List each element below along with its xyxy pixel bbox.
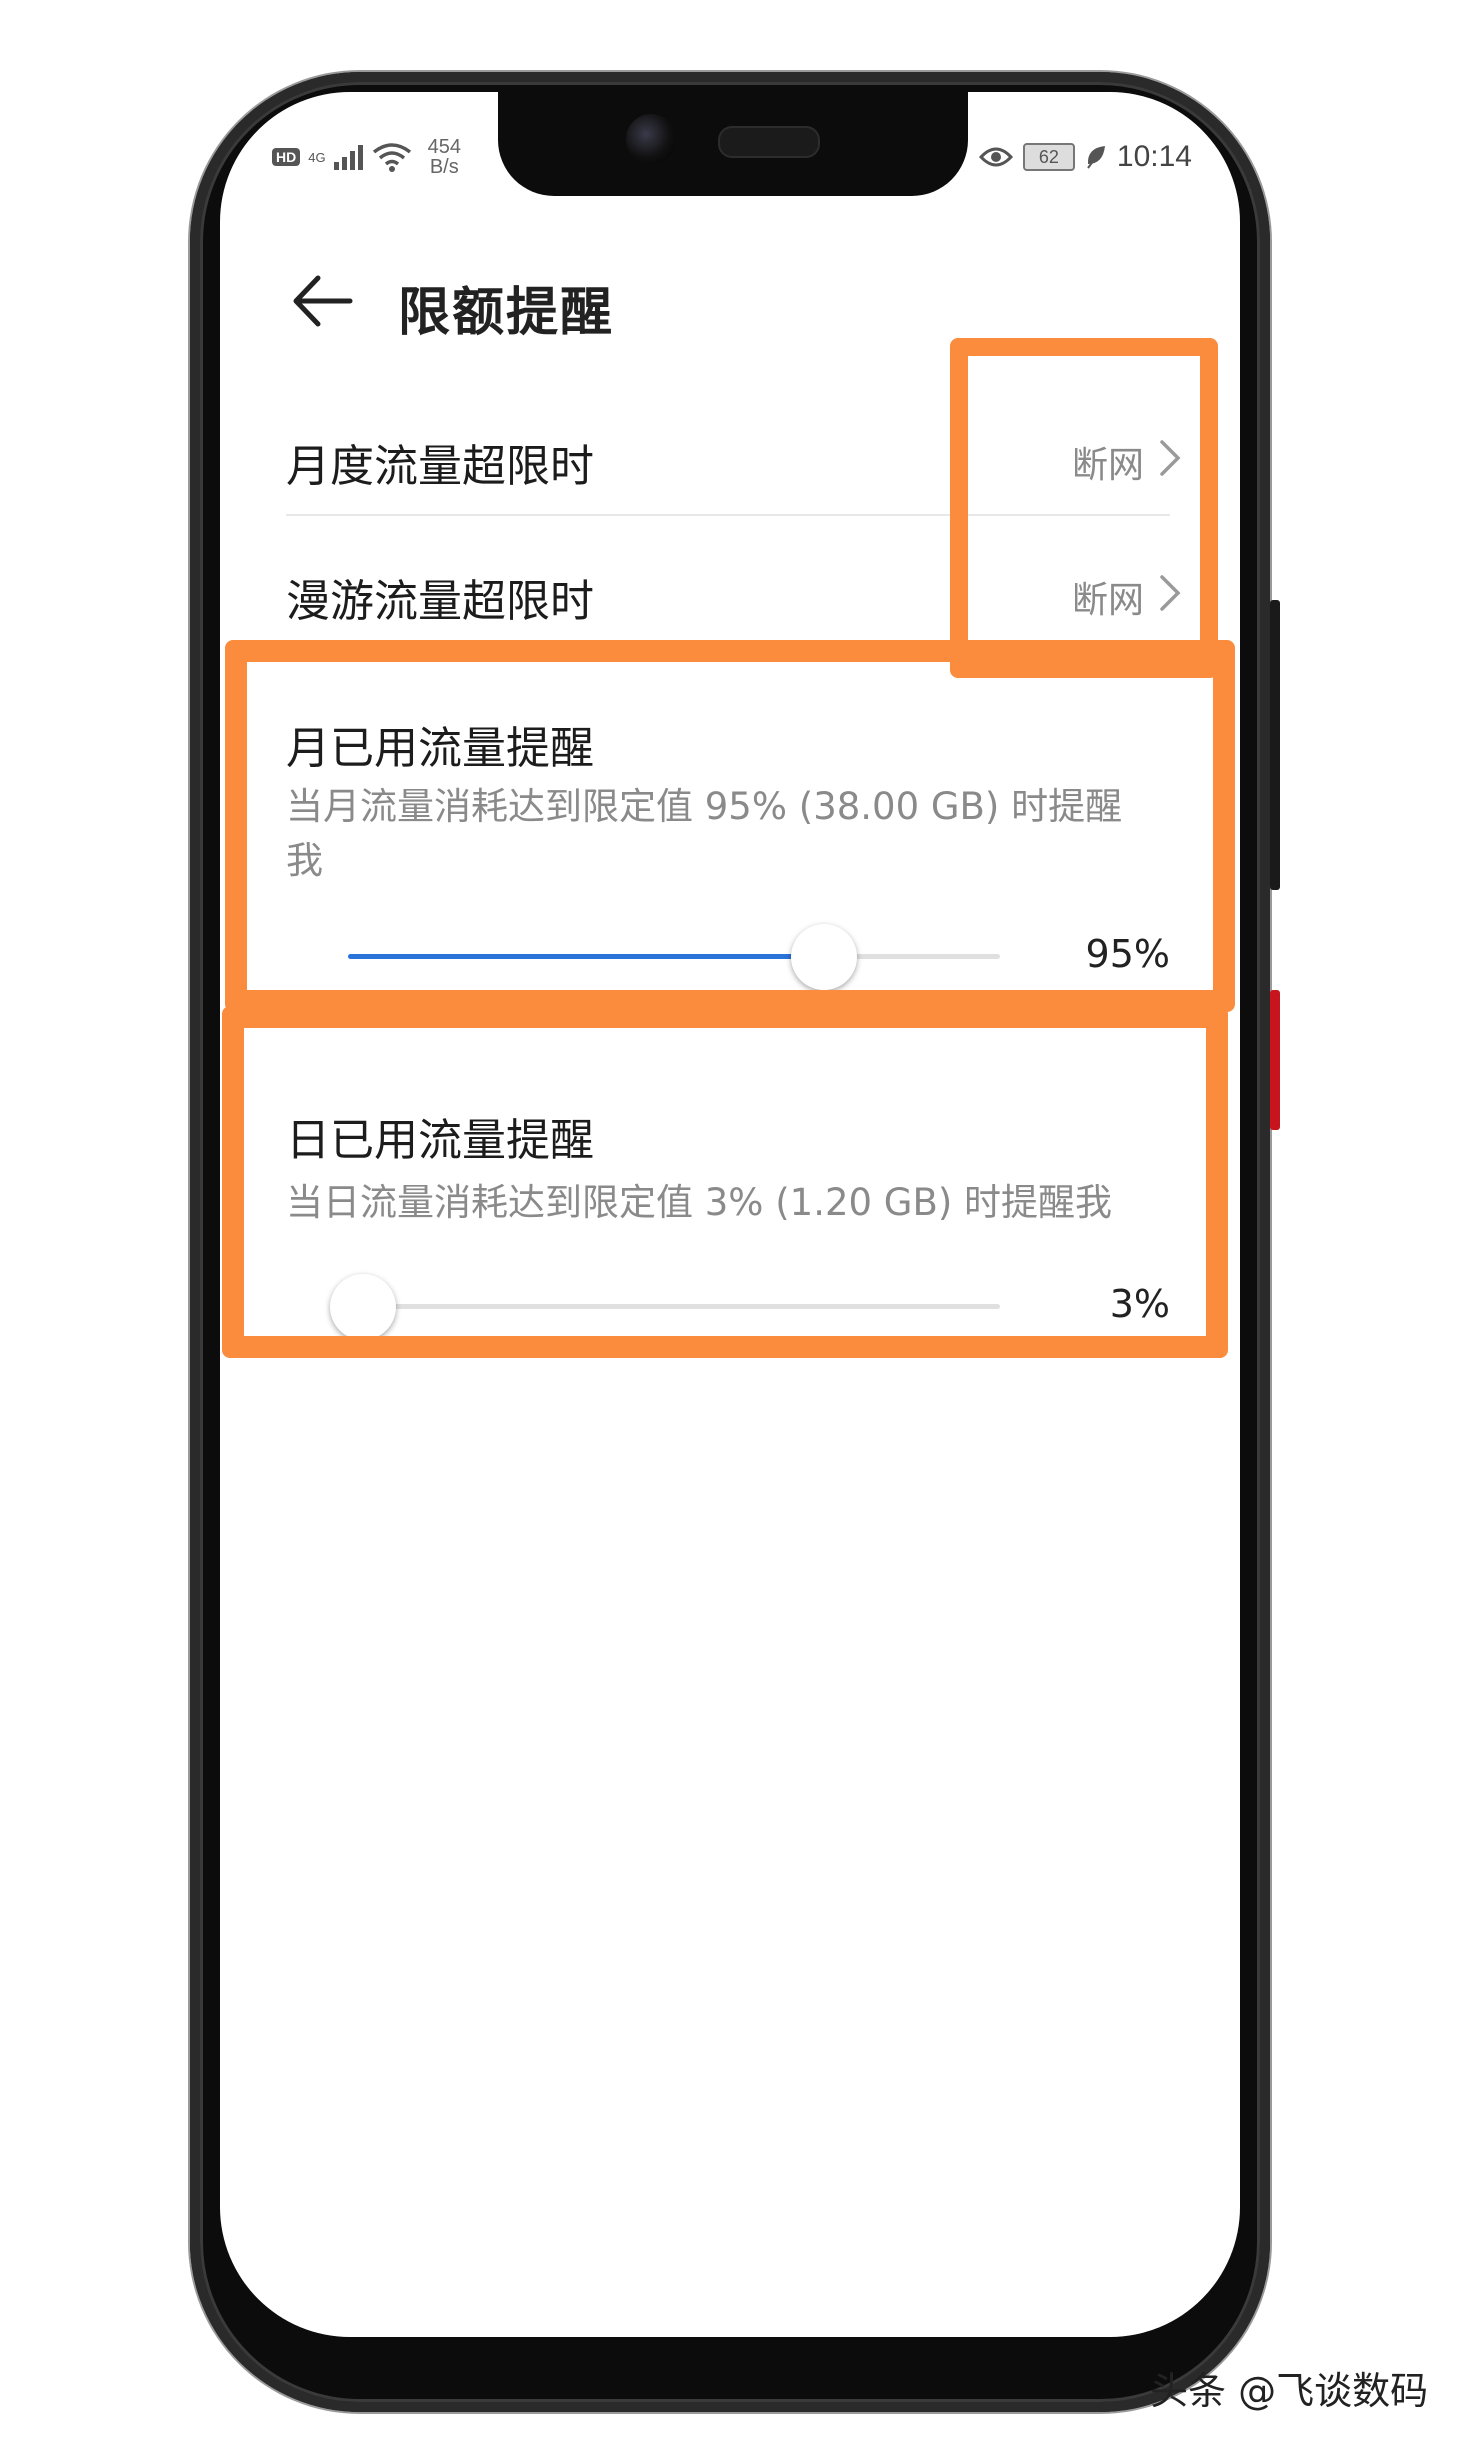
highlight-box-values xyxy=(950,338,1218,678)
volume-button xyxy=(1270,600,1280,890)
eye-comfort-icon xyxy=(978,147,1013,167)
clock: 10:14 xyxy=(1116,140,1192,173)
battery-indicator: 62 xyxy=(1022,143,1075,171)
notch xyxy=(498,92,968,196)
status-bar-right: 62 10:14 xyxy=(978,132,1192,182)
back-arrow-icon[interactable] xyxy=(288,266,358,336)
watermark: 头条 @飞谈数码 xyxy=(1150,2369,1429,2413)
roaming-limit-label: 漫游流量超限时 xyxy=(286,576,594,627)
page-title: 限额提醒 xyxy=(398,283,615,343)
wifi-icon xyxy=(372,143,411,172)
hd-badge: HD xyxy=(272,148,301,166)
power-saving-leaf-icon xyxy=(1087,146,1105,169)
front-camera xyxy=(626,114,676,164)
speed-value: 454 xyxy=(427,136,461,158)
signal-icon xyxy=(333,145,363,170)
speed-unit: B/s xyxy=(429,156,459,178)
app-header: 限额提醒 xyxy=(220,242,1240,352)
status-bar-left: HD 4G 454 B/s xyxy=(272,132,461,182)
highlight-box-monthly xyxy=(225,640,1235,1012)
highlight-box-daily xyxy=(222,1006,1228,1358)
network-speed: 454 B/s xyxy=(428,137,461,177)
monthly-limit-label: 月度流量超限时 xyxy=(286,441,594,492)
network-type: 4G xyxy=(308,149,326,165)
earpiece-speaker xyxy=(718,126,820,158)
power-button xyxy=(1270,990,1280,1130)
